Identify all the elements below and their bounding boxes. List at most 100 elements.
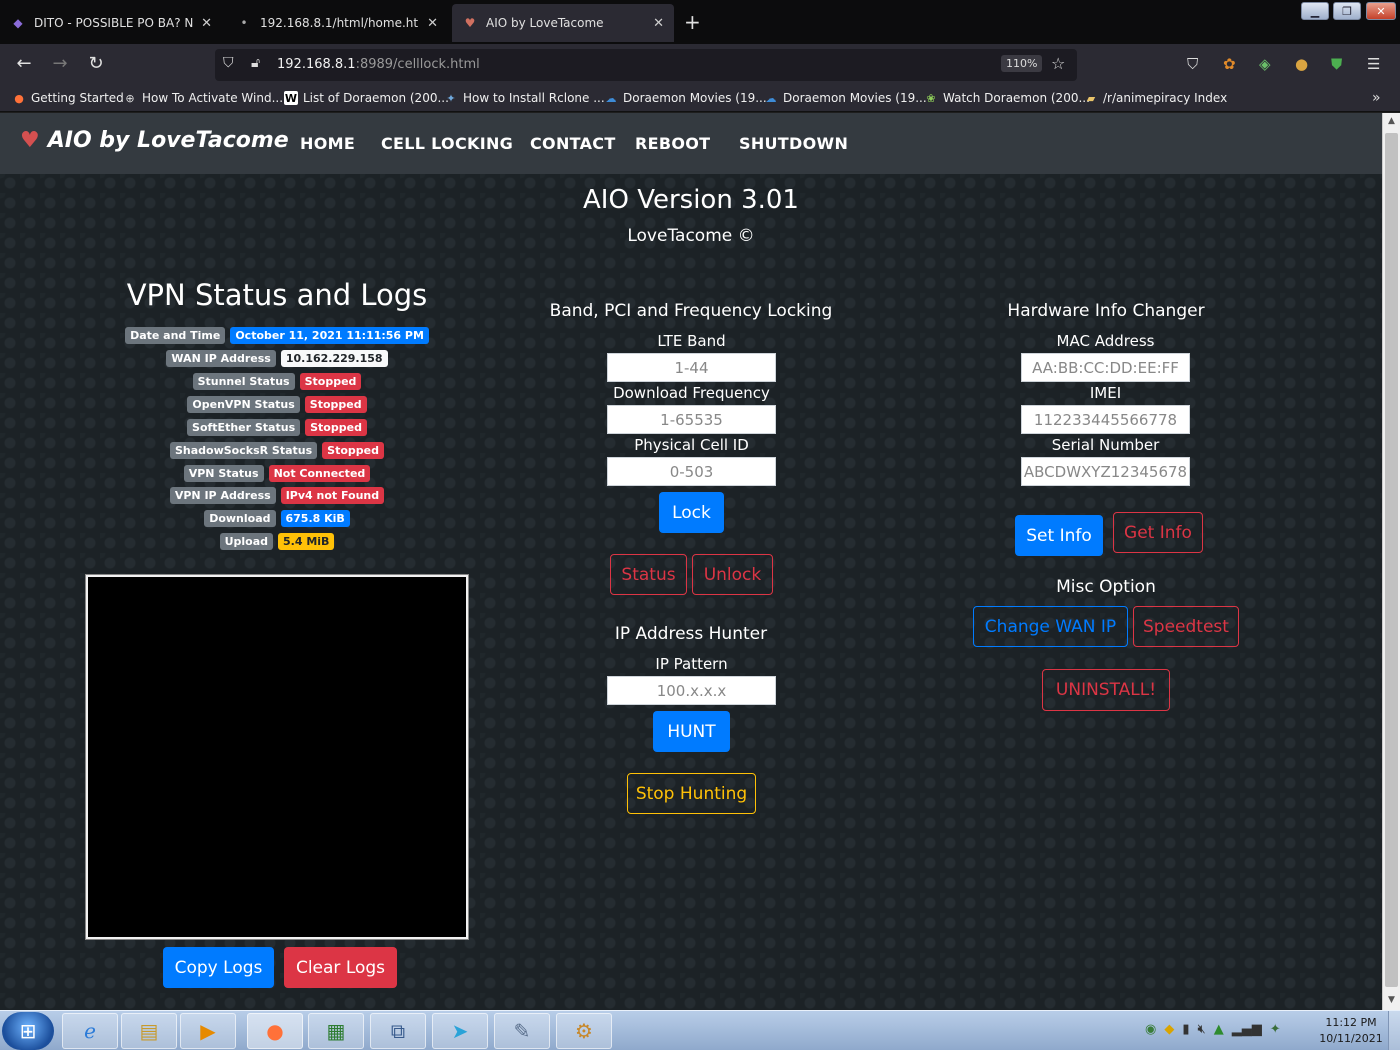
firefox-taskbar-icon[interactable]: ● [247, 1013, 303, 1049]
serial-number-input[interactable] [1021, 457, 1190, 486]
signal-icon[interactable]: ▂▄▆ [1232, 1022, 1262, 1037]
tray-app-icon[interactable]: ▲ [1214, 1022, 1224, 1037]
status-value: Not Connected [268, 465, 371, 482]
url-text[interactable]: 192.168.8.1:8989/celllock.html [277, 57, 480, 72]
nav-cell-locking[interactable]: CELL LOCKING [381, 134, 513, 153]
status-label: Upload [219, 533, 273, 550]
status-label: VPN IP Address [169, 487, 276, 504]
tracking-shield-icon[interactable]: ⛉ [223, 55, 234, 71]
windows-start-icon[interactable]: ⊞ [2, 1012, 54, 1050]
rclone-icon: ✦ [446, 91, 456, 105]
close-icon[interactable]: ✕ [427, 16, 438, 31]
imei-label: IMEI [1089, 384, 1122, 402]
status-row-wan-ip: WAN IP Address 10.162.229.158 [86, 350, 468, 367]
reload-icon[interactable]: ↻ [84, 53, 108, 74]
show-desktop-button[interactable] [1388, 1011, 1400, 1050]
nav-shutdown[interactable]: SHUTDOWN [739, 134, 848, 153]
nav-home[interactable]: HOME [300, 134, 355, 153]
change-wan-ip-button[interactable]: Change WAN IP [973, 606, 1128, 647]
volume-muted-icon[interactable]: 🔇︎ [1198, 1022, 1206, 1037]
cloud-icon: ☁ [765, 91, 777, 105]
download-frequency-input[interactable] [607, 405, 776, 434]
close-icon[interactable]: ✕ [201, 16, 212, 31]
bookmark-item[interactable]: ⊕ How To Activate Wind... [123, 91, 283, 105]
unlock-button[interactable]: Unlock [692, 554, 773, 595]
bookmark-item[interactable]: ● Getting Started [12, 91, 124, 105]
speedtest-button[interactable]: Speedtest [1133, 606, 1239, 647]
scroll-down-icon[interactable]: ▼ [1383, 992, 1400, 1009]
nav-reboot[interactable]: REBOOT [635, 134, 710, 153]
bookmark-star-icon[interactable]: ☆ [1051, 54, 1065, 73]
physical-cell-id-label: Physical Cell ID [634, 436, 749, 454]
bookmark-item[interactable]: ☁ Doraemon Movies (19... [764, 91, 927, 105]
task-manager-icon[interactable]: ▦ [308, 1013, 364, 1049]
url-bar[interactable]: ⛉ 🔓︎ 192.168.8.1:8989/celllock.html 110%… [215, 49, 1077, 81]
zoom-indicator[interactable]: 110% [1001, 55, 1043, 72]
hunt-button[interactable]: HUNT [653, 711, 730, 752]
lte-band-label: LTE Band [657, 332, 726, 350]
menu-hamburger-icon[interactable]: ☰ [1367, 55, 1380, 73]
telegram-icon[interactable]: ➤ [432, 1013, 488, 1049]
close-icon[interactable]: ✕ [653, 16, 664, 31]
minimize-icon[interactable]: ▁ [1301, 2, 1329, 20]
lock-button[interactable]: Lock [659, 492, 724, 533]
page-scrollbar[interactable]: ▲ ▼ [1382, 113, 1400, 1010]
tray-app-icon[interactable]: ✦ [1270, 1022, 1281, 1037]
tray-app-icon[interactable]: ▮ [1182, 1022, 1189, 1037]
tab-home[interactable]: • 192.168.8.1/html/home.html ✕ [226, 4, 448, 42]
version-title: AIO Version 3.01 [583, 185, 799, 215]
tab-aio[interactable]: ♥ AIO by LoveTacome ✕ [452, 4, 674, 42]
lte-band-input[interactable] [607, 353, 776, 382]
bookmark-item[interactable]: ▰/r/animepiracy Index [1084, 91, 1227, 105]
scroll-up-icon[interactable]: ▲ [1383, 113, 1400, 130]
extension-paw-icon[interactable]: ✿ [1223, 55, 1236, 73]
nav-contact[interactable]: CONTACT [530, 134, 616, 153]
copy-logs-button[interactable]: Copy Logs [163, 947, 274, 988]
status-row-stunnel: Stunnel Status Stopped [86, 373, 468, 390]
tab-title: DITO - POSSIBLE PO BA? NO LO [34, 16, 194, 30]
status-value: 5.4 MiB [278, 533, 335, 550]
window-close-icon[interactable]: ✕ [1366, 2, 1396, 20]
scroll-thumb[interactable] [1385, 133, 1398, 987]
bookmark-item[interactable]: ✦ How to Install Rclone ... [444, 91, 604, 105]
internet-explorer-icon[interactable]: ℯ [62, 1013, 118, 1049]
uninstall-button[interactable]: UNINSTALL! [1042, 669, 1170, 711]
bookmark-item[interactable]: ❀ Watch Doraemon (200... [924, 91, 1090, 105]
tray-app-icon[interactable]: ◆ [1164, 1022, 1174, 1037]
status-row-vpn-status: VPN Status Not Connected [86, 465, 468, 482]
tray-app-icon[interactable]: ◉ [1145, 1022, 1156, 1037]
file-explorer-icon[interactable]: ▤ [121, 1013, 177, 1049]
network-icon[interactable]: ⧉ [370, 1013, 426, 1049]
new-tab-plus-icon[interactable]: + [684, 10, 701, 34]
status-button[interactable]: Status [610, 554, 687, 595]
pocket-icon[interactable]: ⛉ [1187, 55, 1198, 73]
stop-hunting-button[interactable]: Stop Hunting [627, 773, 756, 814]
status-value: 675.8 KiB [280, 510, 350, 527]
tab-dito[interactable]: ◆ DITO - POSSIBLE PO BA? NO LO ✕ [0, 4, 222, 42]
adblock-shield-icon[interactable]: ⛊ [1331, 55, 1342, 73]
cookie-icon[interactable]: ● [1295, 55, 1308, 73]
back-arrow-icon[interactable]: ← [12, 53, 36, 74]
bookmark-item[interactable]: W List of Doraemon (200... [284, 91, 449, 105]
bookmark-item[interactable]: ☁ Doraemon Movies (19... [604, 91, 767, 105]
notepad-icon[interactable]: ✎ [494, 1013, 550, 1049]
set-info-button[interactable]: Set Info [1015, 515, 1103, 556]
brand[interactable]: ♥ AIO by LoveTacome [20, 128, 289, 153]
forward-arrow-icon[interactable]: → [48, 53, 72, 74]
extension-puzzle-icon[interactable]: ◈ [1259, 55, 1271, 73]
imei-input[interactable] [1021, 405, 1190, 434]
clear-logs-button[interactable]: Clear Logs [284, 947, 397, 988]
restore-icon[interactable]: ❐ [1333, 2, 1361, 20]
system-clock[interactable]: 11:12 PM 10/11/2021 [1316, 1015, 1386, 1047]
ip-pattern-input[interactable] [607, 676, 776, 705]
vpn-log-textarea[interactable] [85, 574, 469, 940]
media-player-icon[interactable]: ▶ [180, 1013, 236, 1049]
heart-favicon-icon: ♥ [464, 16, 476, 30]
mac-address-input[interactable] [1021, 353, 1190, 382]
lock-icon[interactable]: 🔓︎ [251, 55, 260, 71]
chevron-double-right-icon[interactable]: » [1372, 90, 1381, 106]
get-info-button[interactable]: Get Info [1113, 512, 1203, 553]
status-row-openvpn: OpenVPN Status Stopped [86, 396, 468, 413]
physical-cell-id-input[interactable] [607, 457, 776, 486]
tool-icon[interactable]: ⚙ [556, 1013, 612, 1049]
